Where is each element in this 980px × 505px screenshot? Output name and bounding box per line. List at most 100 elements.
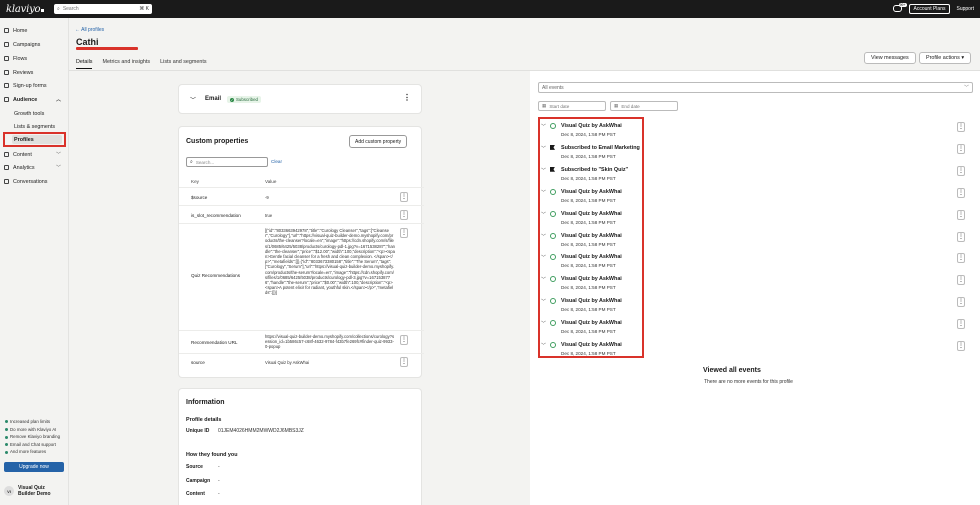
upsell-item[interactable]: And more features (5, 448, 60, 456)
calendar-icon: ▦ (542, 103, 547, 108)
row-options-icon[interactable]: ⋮ (400, 210, 408, 220)
event-options-icon[interactable]: ⋮ (957, 187, 965, 198)
tab-lists-segments[interactable]: Lists and segments (160, 59, 206, 69)
highlight-events (538, 117, 644, 358)
no-more-events: There are no more events for this profil… (704, 379, 793, 385)
start-date-input[interactable]: ▦ Start date (538, 101, 606, 111)
sidebar-item-content[interactable]: Content ﹀ (4, 150, 66, 159)
search-placeholder: Search (62, 6, 79, 12)
event-options-icon[interactable]: ⋮ (957, 319, 965, 330)
how-found-heading: How they found you (186, 452, 238, 458)
account-plans-button[interactable]: Account Plans (908, 4, 951, 14)
sidebar-item-reviews[interactable]: Reviews (4, 68, 33, 77)
event-options-icon[interactable]: ⋮ (957, 143, 965, 154)
search-icon: ⌕ (190, 159, 193, 165)
sidebar-item-campaigns[interactable]: Campaigns (4, 40, 40, 49)
highlight-profiles (3, 132, 66, 147)
sidebar-item-growth-tools[interactable]: Growth tools (14, 109, 44, 118)
upsell-item: Do more with Klaviyo AI (5, 426, 60, 434)
chevron-down-icon: ﹀ (56, 165, 62, 171)
campaign-label: Campaign (186, 478, 211, 484)
chevron-down-icon[interactable]: ﹀ (190, 95, 196, 104)
status-badge: ✓ Subscribed (227, 96, 261, 103)
events-filter-select[interactable]: All events ﹀ (538, 82, 973, 93)
page-title: Cathi (76, 37, 99, 47)
profile-header: ← All profiles Cathi Details Metrics and… (69, 18, 980, 70)
top-bar: klaviyo ⌕ Search ⌘ K 99+ Account Plans S… (0, 0, 980, 18)
event-options-icon[interactable]: ⋮ (957, 297, 965, 308)
viewed-all-events: Viewed all events (703, 367, 761, 374)
calendar-icon: ▦ (614, 103, 619, 108)
tab-metrics-insights[interactable]: Metrics and insights (102, 59, 150, 69)
clear-link[interactable]: Clear (271, 159, 282, 164)
account-switcher[interactable]: VI Visual Quiz Builder Demo (4, 485, 51, 497)
tab-details[interactable]: Details (76, 59, 93, 69)
row-options-icon[interactable]: ⋮ (400, 192, 408, 202)
sidebar-item-audience[interactable]: Audience ︿ (4, 95, 66, 104)
audience-icon (4, 97, 9, 102)
row-options-icon[interactable]: ⋮ (400, 228, 408, 238)
view-messages-button[interactable]: View messages (864, 52, 916, 64)
check-icon: ✓ (230, 97, 234, 102)
top-right-actions: 99+ Account Plans Support (892, 3, 974, 14)
event-options-icon[interactable]: ⋮ (957, 341, 965, 351)
upsell-item: Email and Chat support (5, 441, 60, 449)
upgrade-now-button[interactable]: Upgrade now (4, 462, 64, 472)
table-row: Recommendation URL https://visual-quiz-b… (179, 330, 424, 353)
event-options-icon[interactable]: ⋮ (957, 165, 965, 176)
global-search[interactable]: ⌕ Search ⌘ K (54, 4, 152, 14)
chat-badge-count: 99+ (898, 3, 907, 7)
sidebar-item-signup-forms[interactable]: Sign-up forms (4, 81, 47, 90)
profile-details-heading: Profile details (186, 417, 222, 423)
flows-icon (4, 56, 9, 61)
upsell-item: Increased plan limits (5, 418, 60, 426)
content-value: - (218, 491, 220, 497)
email-channel-card: ﹀ Email ✓ Subscribed ⋮ (178, 84, 422, 114)
star-icon (4, 70, 9, 75)
sidebar-item-lists-segments[interactable]: Lists & segments (14, 122, 55, 131)
table-row: $source -9 ⋮ (179, 187, 424, 205)
sidebar-item-home[interactable]: Home (4, 26, 27, 35)
analytics-icon (4, 165, 9, 170)
sidebar-item-analytics[interactable]: Analytics ﹀ (4, 163, 66, 172)
source-value: - (218, 464, 220, 470)
chat-icon[interactable]: 99+ (892, 3, 907, 13)
source-label: Source (186, 464, 203, 470)
chevron-down-icon: ﹀ (963, 85, 969, 91)
end-date-input[interactable]: ▦ End date (610, 101, 678, 111)
upsell-list: Increased plan limits Do more with Klavi… (5, 418, 60, 456)
chevron-up-icon: ︿ (56, 97, 62, 103)
all-profiles-link[interactable]: ← All profiles (75, 27, 104, 33)
add-custom-property-button[interactable]: Add custom property (349, 135, 408, 148)
support-link[interactable]: Support (956, 6, 974, 12)
klaviyo-logo[interactable]: klaviyo (6, 4, 41, 15)
event-options-icon[interactable]: ⋮ (957, 231, 965, 242)
sidebar-item-conversations[interactable]: Conversations (4, 177, 47, 186)
column-value: Value (265, 179, 277, 184)
column-key: Key (191, 179, 199, 184)
information-title: Information (186, 399, 225, 406)
unique-id-label: Unique ID (186, 428, 210, 434)
information-card: Information Profile details Unique ID 01… (178, 388, 422, 505)
event-options-icon[interactable]: ⋮ (957, 275, 965, 286)
table-row: is_slot_recommendation true ⋮ (179, 205, 424, 223)
properties-search-input[interactable]: ⌕ Search... (186, 157, 268, 167)
event-options-icon[interactable]: ⋮ (957, 122, 965, 132)
more-options-icon[interactable]: ⋮ (403, 93, 411, 102)
table-row: Quiz Recommendations [{"id":"80336639429… (179, 223, 424, 330)
redacted-mark (76, 47, 138, 50)
unique-id-value: 01JEM4026HMM2MWWD2J6MBS3JZ (218, 428, 304, 434)
custom-properties-title: Custom properties (186, 138, 249, 145)
event-options-icon[interactable]: ⋮ (957, 209, 965, 220)
profile-tabs: Details Metrics and insights Lists and s… (76, 59, 207, 69)
logo-mark-icon (41, 8, 45, 12)
content-label: Content (186, 491, 205, 497)
row-options-icon[interactable]: ⋮ (400, 335, 408, 345)
event-options-icon[interactable]: ⋮ (957, 253, 965, 264)
profile-actions-button[interactable]: Profile actions ▾ (919, 52, 972, 64)
row-options-icon[interactable]: ⋮ (400, 357, 408, 367)
sidebar-item-flows[interactable]: Flows (4, 54, 27, 63)
home-icon (4, 28, 9, 33)
upsell-item: Remove Klaviyo branding (5, 433, 60, 441)
custom-properties-card: Custom properties Add custom property ⌕ … (178, 126, 424, 378)
